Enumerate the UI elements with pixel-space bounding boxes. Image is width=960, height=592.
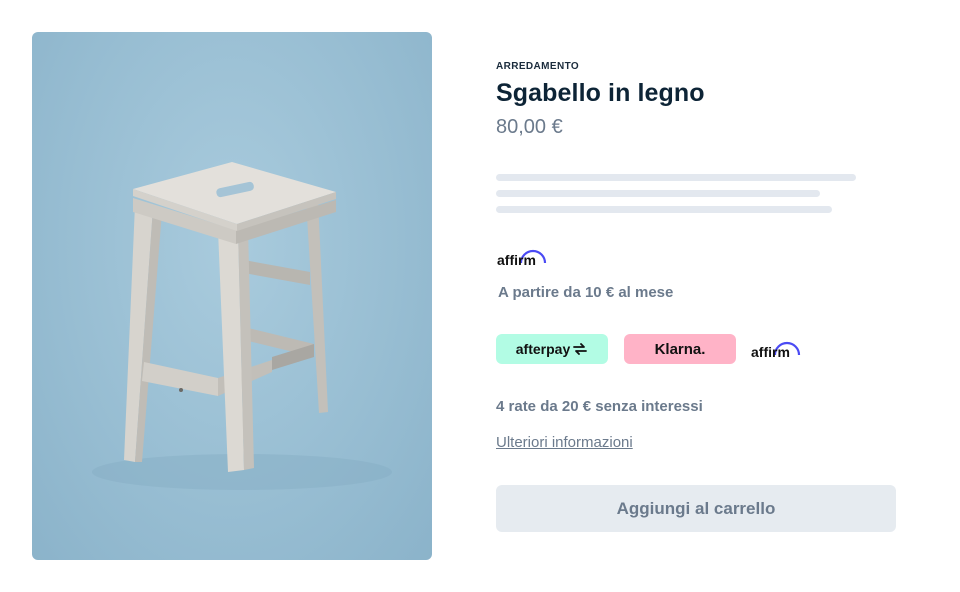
affirm-badge[interactable]: affirm: [751, 336, 803, 360]
afterpay-arrows-icon: [573, 343, 588, 355]
description-placeholder-line: [496, 174, 856, 181]
svg-text:affirm: affirm: [497, 252, 536, 268]
klarna-label: Klarna.: [654, 340, 706, 358]
afterpay-badge[interactable]: afterpay: [496, 334, 608, 364]
description-placeholder-line: [496, 190, 820, 197]
add-to-cart-button[interactable]: Aggiungi al carrello: [496, 485, 896, 532]
wooden-stool-illustration: [92, 162, 392, 490]
product-price: 80,00 €: [496, 116, 563, 138]
affirm-logo: affirm: [497, 249, 547, 268]
svg-text:affirm: affirm: [751, 344, 790, 360]
product-title: Sgabello in legno: [496, 79, 705, 107]
product-image: [32, 32, 432, 560]
description-placeholder-line: [496, 206, 832, 213]
installments-text: 4 rate da 20 € senza interessi: [496, 398, 703, 415]
more-info-link[interactable]: Ulteriori informazioni: [496, 434, 633, 451]
klarna-badge[interactable]: Klarna.: [624, 334, 736, 364]
product-category: ARREDAMENTO: [496, 61, 580, 72]
affirm-monthly-text: A partire da 10 € al mese: [498, 284, 674, 301]
afterpay-label: afterpay: [515, 341, 571, 357]
